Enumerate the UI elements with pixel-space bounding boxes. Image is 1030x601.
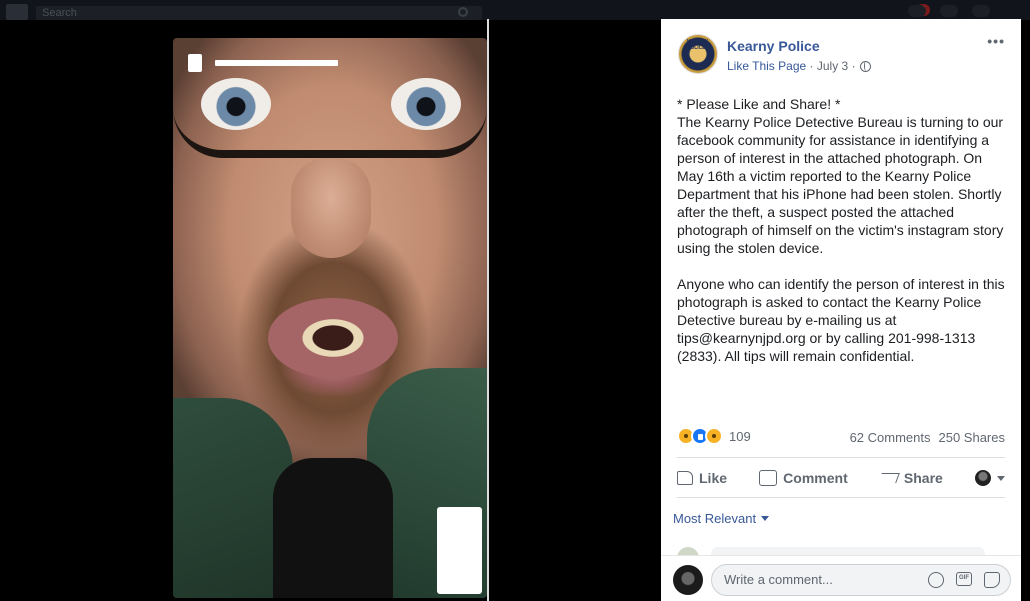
comment-input[interactable]: Write a comment... GIF	[711, 564, 1011, 596]
badge-text: KEARNY POLICE	[687, 39, 709, 51]
avatar[interactable]	[673, 565, 703, 595]
comment-icon	[759, 470, 778, 486]
thumb-icon	[677, 471, 693, 485]
share-icon	[878, 473, 900, 483]
search-input[interactable]: Search	[36, 6, 482, 20]
post-paragraph-2: Anyone who can identify the person of in…	[677, 276, 1005, 364]
emoji-icon[interactable]	[928, 572, 944, 588]
redaction-bar	[215, 60, 338, 66]
profile-avatar-icon	[974, 470, 991, 486]
engagement-counts: 62 Comments 250 Shares	[850, 430, 1005, 445]
meta-separator-2: ·	[851, 59, 856, 73]
post-paragraph-1: * Please Like and Share! * The Kearny Po…	[677, 96, 1004, 256]
chevron-down-icon	[996, 475, 1005, 481]
sort-label: Most Relevant	[673, 511, 757, 526]
comment-button[interactable]: Comment	[759, 470, 848, 486]
comment-composer: Write a comment... GIF	[661, 555, 1021, 601]
share-label: Share	[903, 470, 943, 486]
more-icon[interactable]: •••	[987, 33, 1005, 49]
comment-preview	[677, 545, 987, 569]
comment-placeholder: Write a comment...	[724, 572, 833, 587]
search-placeholder: Search	[42, 7, 77, 19]
page-name-link[interactable]: Kearny Police	[727, 38, 820, 54]
photo-mouth	[268, 298, 398, 378]
post-date[interactable]: July 3	[817, 59, 848, 73]
action-bar: Like Comment Share	[677, 465, 1005, 491]
comments-count[interactable]: 62 Comments	[850, 430, 931, 445]
photo-glasses	[173, 38, 487, 158]
photo-divider	[487, 19, 489, 601]
reaction-count: 109	[729, 428, 751, 444]
facebook-logo[interactable]	[6, 4, 28, 20]
photo-nose	[291, 158, 371, 258]
globe-icon	[859, 60, 871, 72]
post-meta: Like This Page · July 3 ·	[727, 59, 871, 73]
friend-requests-icon[interactable]	[908, 5, 926, 17]
comment-sort-dropdown[interactable]: Most Relevant	[673, 511, 770, 526]
shares-count[interactable]: 250 Shares	[939, 430, 1006, 445]
like-page-link[interactable]: Like This Page	[727, 59, 806, 73]
photo-shirt	[273, 458, 393, 598]
post-photo[interactable]	[173, 38, 487, 598]
top-right-icons	[908, 4, 990, 18]
redaction-box	[437, 507, 482, 594]
search-icon[interactable]	[458, 7, 468, 17]
messages-icon[interactable]	[940, 5, 958, 17]
divider	[677, 457, 1005, 458]
share-button[interactable]: Share	[878, 470, 943, 486]
gif-icon[interactable]: GIF	[956, 572, 972, 586]
post-text: * Please Like and Share! * The Kearny Po…	[677, 95, 1007, 365]
like-label: Like	[699, 470, 728, 486]
notifications-icon[interactable]	[972, 5, 990, 17]
chevron-down-icon	[761, 516, 770, 521]
post-as-selector[interactable]	[974, 470, 1005, 486]
wow-reaction-icon	[705, 427, 723, 445]
post-panel: KEARNY POLICE Kearny Police Like This Pa…	[661, 19, 1021, 601]
like-button[interactable]: Like	[677, 470, 727, 486]
redaction-square	[188, 54, 202, 72]
top-navigation-bar: Search 2	[0, 0, 1030, 20]
reactions-summary[interactable]: 109	[677, 427, 751, 445]
page-avatar[interactable]: KEARNY POLICE	[678, 34, 718, 74]
divider	[677, 497, 1005, 498]
sticker-icon[interactable]	[984, 572, 1000, 588]
comment-label: Comment	[783, 470, 848, 486]
